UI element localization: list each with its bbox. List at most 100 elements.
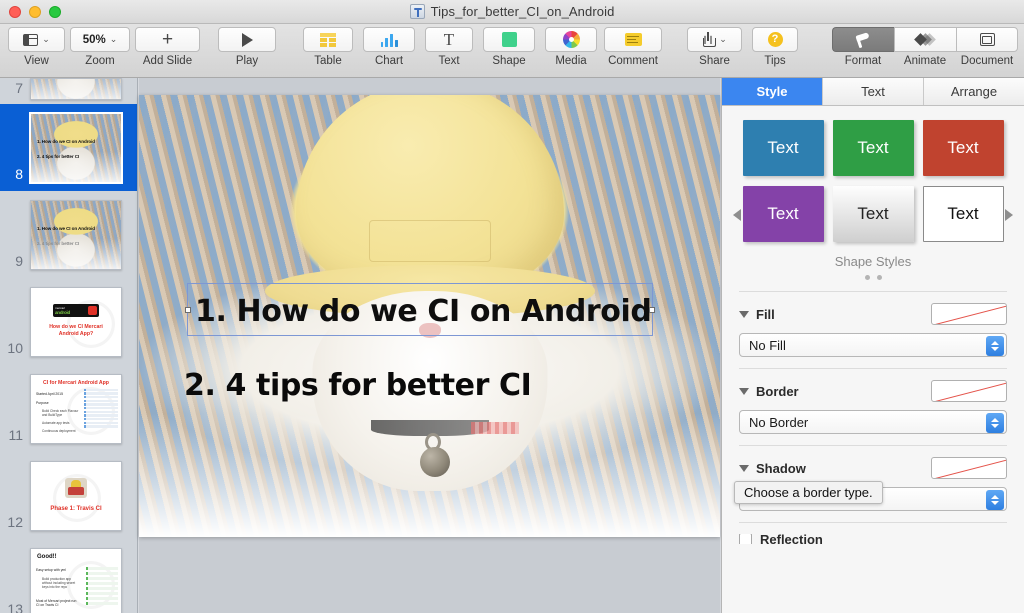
current-slide[interactable]: 1. How do we CI on Android 2. 4 tips for… [139,95,720,537]
fill-header[interactable]: Fill [739,303,1007,325]
shape-style-red[interactable]: Text [922,120,1004,176]
stepper-icon[interactable] [986,336,1004,356]
slide-thumbnail-row[interactable]: 10 mercari android How do we CI Mercari … [0,278,137,365]
toolbar-share[interactable]: ⌄ Share [687,27,742,67]
shape-style-purple[interactable]: Text [742,186,824,242]
tab-style[interactable]: Style [722,78,823,105]
resize-handle-left[interactable] [185,306,191,313]
previous-styles-arrow-icon[interactable] [733,209,741,221]
slide-thumbnail[interactable]: 1. How do we CI on Android 2. 4 tips for… [30,199,122,270]
table-button[interactable] [303,27,353,52]
slide-thumbnail[interactable]: mercari android How do we CI Mercari And… [30,286,122,357]
toolbar-play[interactable]: Play [218,27,276,67]
comment-button[interactable] [604,27,662,52]
add-slide-button[interactable]: + [135,27,200,52]
toolbar-tips[interactable]: ? Tips [752,27,798,67]
document-label: Document [960,55,1014,67]
stepper-icon[interactable] [986,490,1004,510]
resize-handle-right[interactable] [649,306,655,313]
slide-number: 10 [7,340,23,356]
zoom-label: Zoom [85,55,115,67]
thumb-text-line-1: 1. How do we CI on Android [37,138,95,144]
toolbar-comment[interactable]: Comment [604,27,662,67]
shape-button[interactable] [483,27,535,52]
zoom-button[interactable]: 50% ⌄ [70,27,130,52]
toolbar-shape[interactable]: Shape [483,27,535,67]
share-button[interactable]: ⌄ [687,27,742,52]
divider [739,445,1007,446]
disclosure-triangle-icon[interactable] [739,464,749,472]
inspector-tab-bar[interactable]: Style Text Arrange [722,78,1024,106]
tips-button[interactable]: ? [752,27,798,52]
slide-thumbnail-row-selected[interactable]: 8 1. How do we CI on Android 2. 4 tips f… [0,104,137,191]
disclosure-triangle-icon[interactable] [739,387,749,395]
media-button[interactable] [545,27,597,52]
play-button[interactable] [218,27,276,52]
thumb-bullet: Build Check each Flavour and BuildType [42,408,79,417]
toolbar-media[interactable]: Media [545,27,597,67]
border-header[interactable]: Border [739,380,1007,402]
shape-style-blue[interactable]: Text [742,120,824,176]
format-inspector[interactable]: Style Text Arrange Text Text Text Text T… [721,78,1024,613]
slide-number: 12 [7,514,23,530]
close-button[interactable] [9,6,21,18]
fill-type-value: No Fill [749,337,786,353]
table-label: Table [314,55,342,67]
shape-style-white[interactable]: Text [922,186,1004,242]
slide-thumbnail[interactable] [30,78,122,100]
shape-style-green[interactable]: Text [832,120,914,176]
shape-style-gray[interactable]: Text [832,186,914,242]
shadow-header[interactable]: Shadow [739,457,1007,479]
text-button[interactable]: T [425,27,473,52]
fill-type-select[interactable]: No Fill [739,333,1007,357]
add-slide-label: Add Slide [142,55,193,67]
tab-arrange[interactable]: Arrange [924,78,1024,105]
reflection-section[interactable]: Reflection [722,534,1024,544]
animate-tab-button[interactable] [894,27,956,52]
slide-number: 13 [7,601,23,613]
fill-title-group: Fill [739,307,775,322]
minimize-button[interactable] [29,6,41,18]
slide-thumbnail[interactable]: Good!! Easy setup with yml Build product… [30,547,122,613]
fill-color-swatch[interactable] [931,303,1007,325]
view-button[interactable]: ⌄ [8,27,65,52]
toolbar-view[interactable]: ⌄ View [8,27,65,67]
chevron-down-icon: ⌄ [109,34,118,44]
document-tab-button[interactable] [956,27,1018,52]
toolbar-chart[interactable]: Chart [363,27,415,67]
slide-text-line-2[interactable]: 2. 4 tips for better CI [184,368,532,403]
toolbar-text[interactable]: T Text [425,27,473,67]
reflection-checkbox[interactable] [739,534,752,544]
slide-thumbnail[interactable]: Phase 1: Travis CI [30,460,122,531]
format-tab-button[interactable] [832,27,894,52]
toolbar-add-slide[interactable]: + Add Slide [135,27,200,67]
stepper-icon[interactable] [986,413,1004,433]
slide-thumbnail-row[interactable]: 13 Good!! Easy setup with yml Build prod… [0,539,137,613]
slide-thumbnail[interactable]: 1. How do we CI on Android 2. 4 tips for… [30,112,122,183]
next-styles-arrow-icon[interactable] [1005,209,1013,221]
text-box-selection[interactable] [185,283,655,336]
inspector-mode-segments[interactable] [832,27,1018,52]
slide-thumbnail-row[interactable]: 7 [0,78,137,104]
table-grid-icon [320,32,336,47]
disclosure-triangle-icon[interactable] [739,310,749,318]
chart-button[interactable] [363,27,415,52]
cat-thumbnail-image [31,79,121,99]
tab-text[interactable]: Text [823,78,924,105]
border-type-select[interactable]: No Border [739,410,1007,434]
shape-style-swatches[interactable]: Text Text Text Text Text Text [722,120,1024,242]
style-page-dots[interactable] [722,275,1024,280]
toolbar-table[interactable]: Table [303,27,353,67]
shadow-color-swatch[interactable] [931,457,1007,479]
slide-thumbnail-row[interactable]: 9 1. How do we CI on Android 2. 4 tips f… [0,191,137,278]
border-color-swatch[interactable] [931,380,1007,402]
maximize-button[interactable] [49,6,61,18]
slide-thumbnail-row[interactable]: 11 CI for Mercari Android App Started Ap… [0,365,137,452]
slide-thumbnail-row[interactable]: 12 Phase 1: Travis CI [0,452,137,539]
slide-canvas-area[interactable]: 1. How do we CI on Android 2. 4 tips for… [139,78,720,613]
window-controls[interactable] [9,6,61,18]
slide-thumbnail[interactable]: CI for Mercari Android App Started April… [30,373,122,444]
slide-navigator[interactable]: 7 8 1. How do we CI on Android 2. 4 tips… [0,78,138,613]
format-label: Format [844,55,882,67]
toolbar-zoom[interactable]: 50% ⌄ Zoom [70,27,130,67]
